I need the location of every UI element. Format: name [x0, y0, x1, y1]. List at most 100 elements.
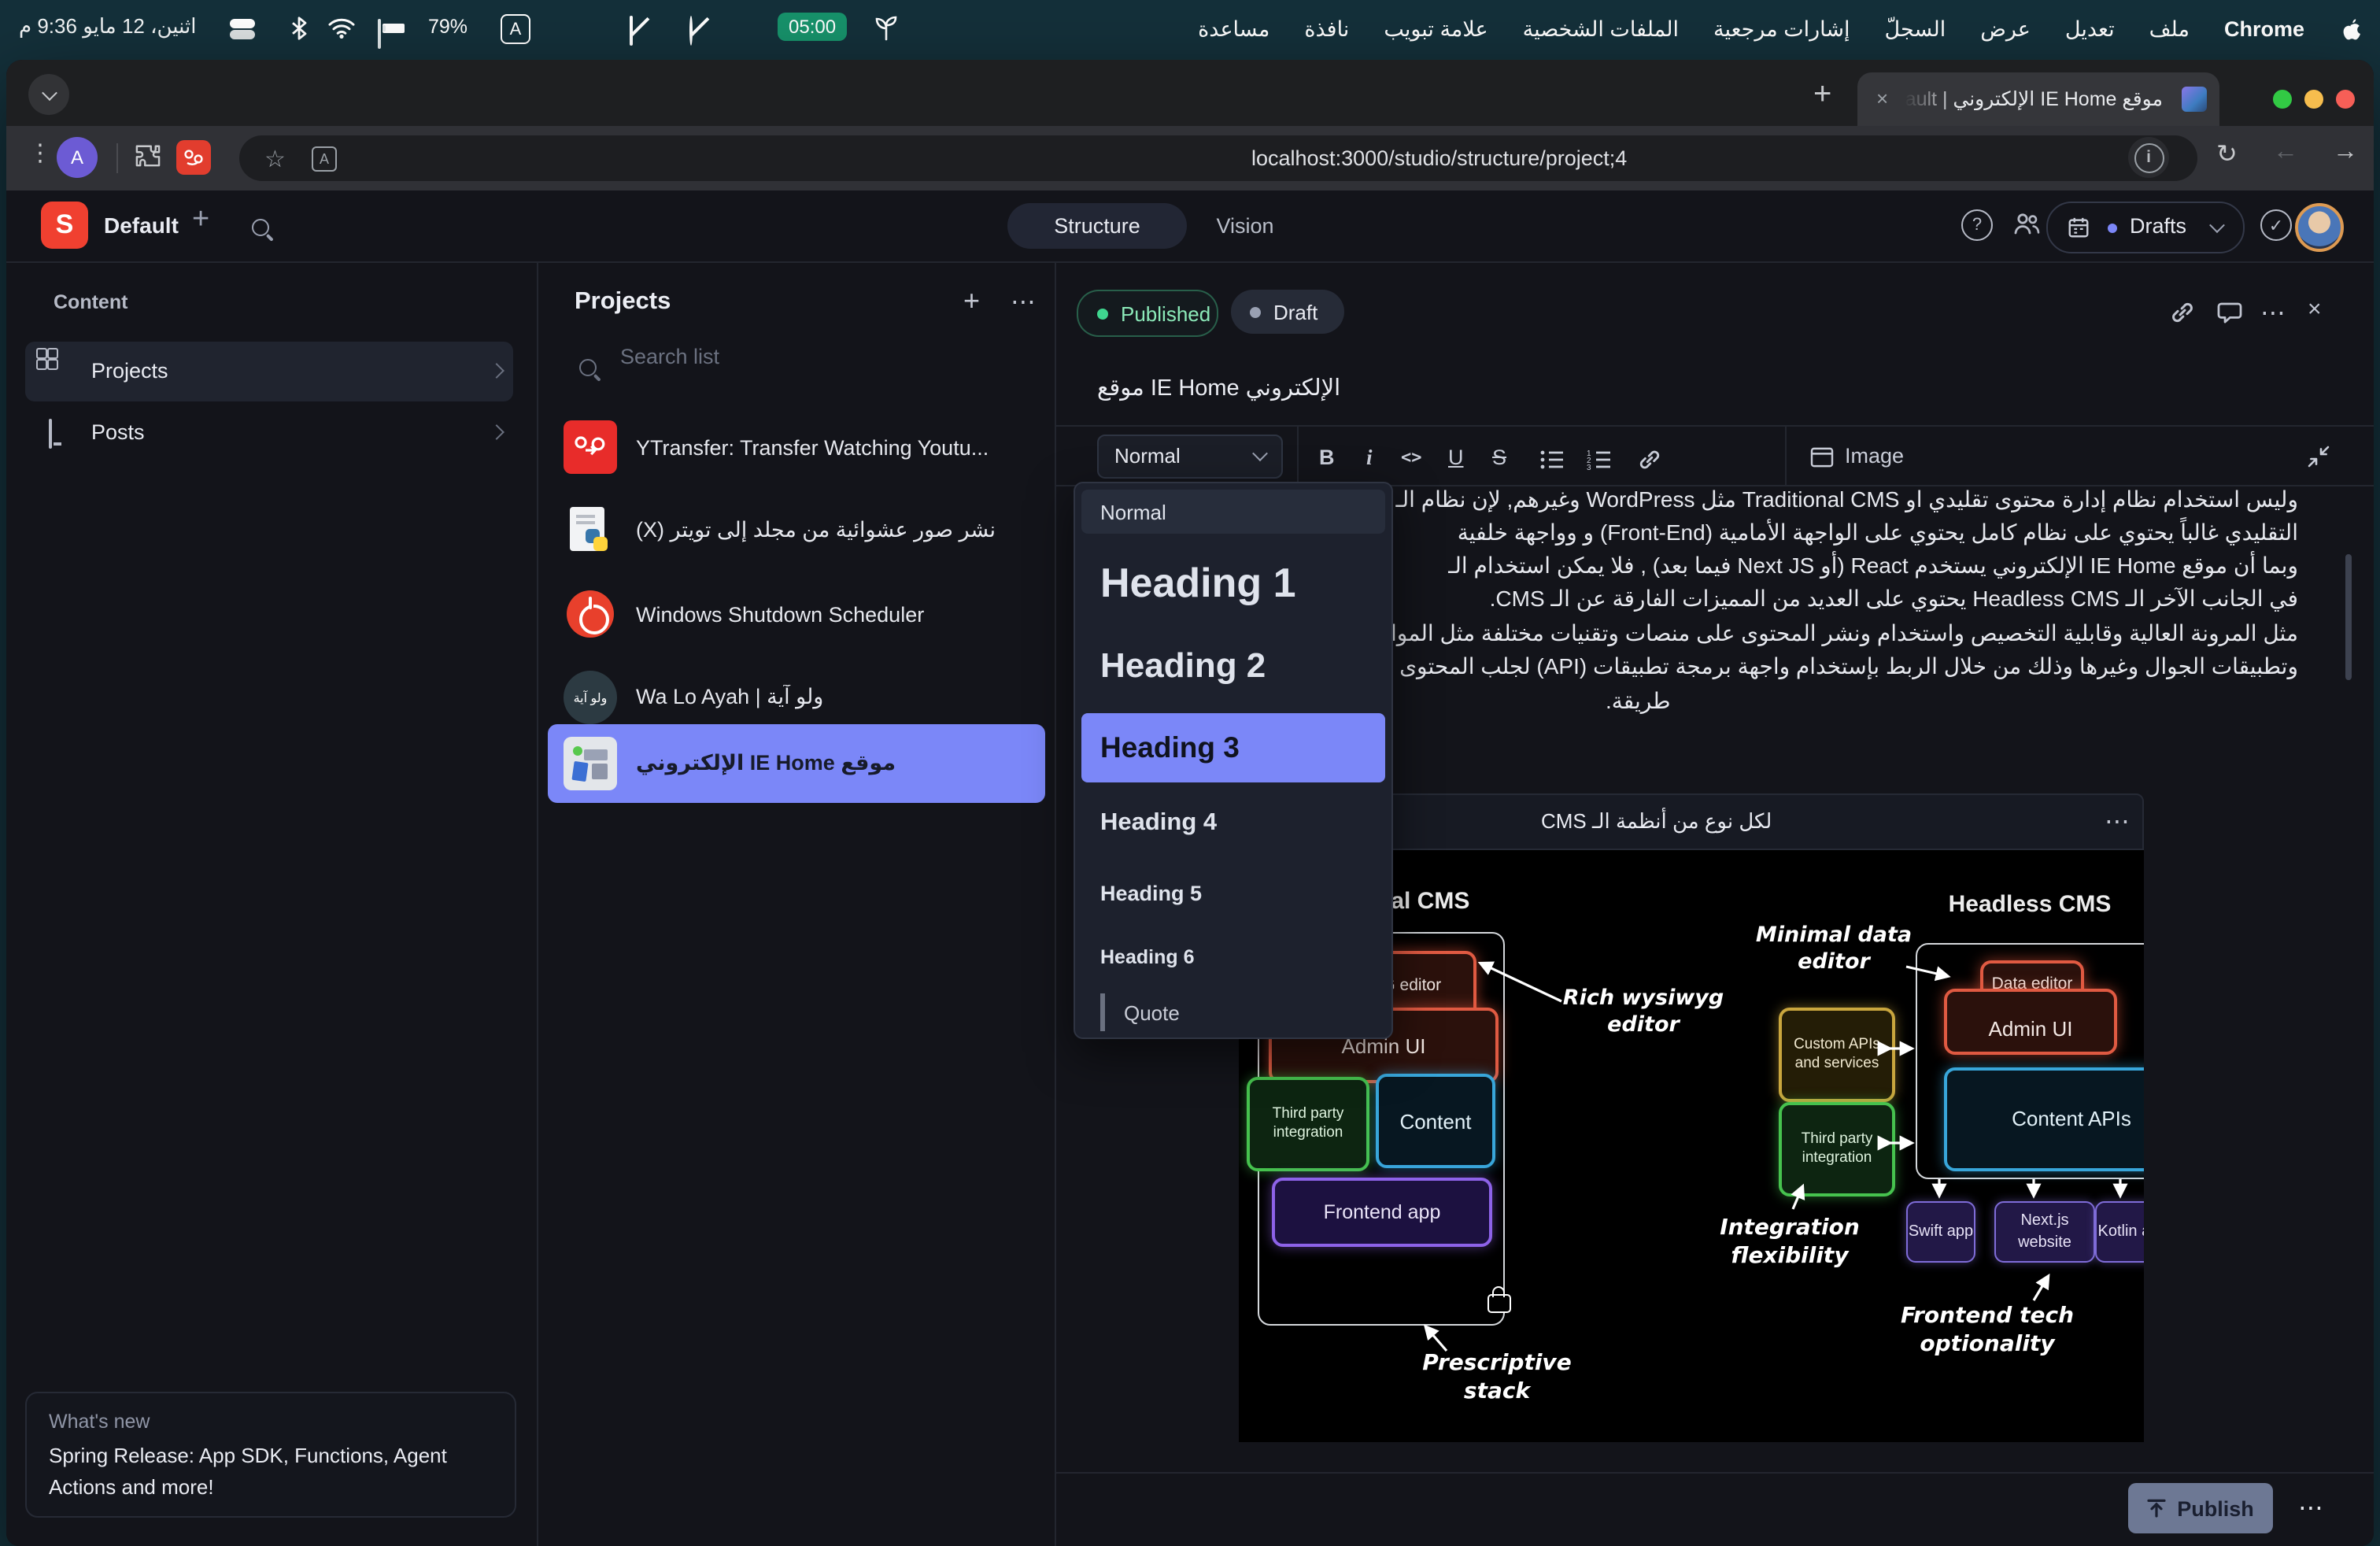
listpane-add-button[interactable]: + — [963, 285, 980, 318]
menu-file[interactable]: ملف — [2149, 17, 2190, 42]
menu-item-heading4[interactable]: Heading 4 — [1081, 792, 1385, 855]
focus-mode-icon[interactable] — [689, 17, 693, 46]
red-extension-icon[interactable] — [176, 140, 211, 175]
list-item-random-images[interactable]: نشر صور عشوائية من مجلد إلى تويتر (X) — [548, 493, 1045, 568]
style-select[interactable]: Normal — [1097, 435, 1283, 479]
menu-item-heading3-selected[interactable]: Heading 3 — [1081, 713, 1385, 782]
menu-help[interactable]: مساعدة — [1198, 17, 1269, 42]
menubar-clock[interactable]: اثنين، 12 مايو 9:36 م — [19, 14, 196, 39]
url-text[interactable]: localhost:3000/studio/structure/project;… — [1251, 146, 1627, 170]
new-document-button[interactable]: + — [192, 203, 209, 238]
insert-link-button[interactable] — [1637, 447, 1662, 472]
menu-tab[interactable]: علامة تبويب — [1384, 17, 1488, 42]
list-item-ie-home[interactable]: موقع IE Home الإلكتروني — [548, 724, 1045, 803]
translate-icon[interactable]: A — [312, 146, 337, 172]
apple-menu-icon[interactable] — [2339, 17, 2361, 42]
code-button[interactable]: <> — [1401, 447, 1422, 468]
listpane-menu-button[interactable]: ⋯ — [1011, 287, 1037, 318]
numbered-list-button[interactable]: 123 — [1587, 449, 1612, 471]
tab-search-button[interactable] — [28, 74, 69, 115]
chrome-menu-icon[interactable]: ⋮ — [28, 139, 52, 167]
new-tab-button[interactable]: + — [1813, 77, 1831, 113]
document-icon — [49, 419, 52, 449]
menu-item-heading5[interactable]: Heading 5 — [1081, 864, 1385, 921]
workspace-name[interactable]: Default — [104, 213, 179, 238]
chip-published-label: Published — [1121, 301, 1210, 325]
extensions-puzzle-icon[interactable] — [135, 143, 162, 170]
battery-icon[interactable] — [378, 20, 381, 49]
traffic-light-zoom[interactable] — [2304, 90, 2323, 109]
menu-bookmarks[interactable]: إشارات مرجعية — [1713, 17, 1850, 42]
reload-icon[interactable]: ↻ — [2216, 139, 2238, 170]
bluetooth-icon[interactable] — [290, 16, 309, 41]
sidebar-item-projects[interactable]: Projects — [25, 342, 513, 401]
italic-button[interactable]: i — [1366, 446, 1373, 471]
browser-tab[interactable]: × موقع IE Home الإلكتروني | Default — [1857, 72, 2219, 126]
timer-badge[interactable]: 05:00 — [778, 13, 847, 41]
chip-published[interactable]: Published — [1077, 290, 1218, 337]
search-icon[interactable] — [252, 216, 269, 244]
document-title[interactable]: موقع IE Home الإلكتروني — [1097, 375, 1340, 403]
tab-close-icon[interactable]: × — [1876, 87, 1888, 110]
sanity-logo[interactable]: S — [41, 202, 88, 249]
comments-icon[interactable] — [2216, 299, 2243, 326]
input-source-indicator[interactable]: A — [501, 14, 530, 44]
calendar-icon — [2067, 216, 2090, 239]
body-line[interactable]: طريقة. — [1606, 688, 1671, 715]
underline-button[interactable]: U — [1448, 446, 1464, 469]
whats-new-text: Spring Release: App SDK, Functions, Agen… — [49, 1441, 493, 1503]
forward-icon[interactable]: → — [2333, 139, 2358, 167]
list-item-shutdown-scheduler[interactable]: Windows Shutdown Scheduler — [548, 576, 1045, 652]
insert-image-button[interactable]: Image — [1845, 444, 1904, 468]
menu-chrome[interactable]: Chrome — [2224, 17, 2304, 41]
chip-draft[interactable]: Draft — [1231, 290, 1344, 334]
toolbar-divider — [116, 143, 118, 173]
list-item-ytransfer[interactable]: YTransfer: Transfer Watching Youtu... — [548, 409, 1045, 485]
menu-item-quote[interactable]: Quote — [1100, 993, 1385, 1031]
stage-manager-icon[interactable] — [630, 17, 633, 46]
menu-item-heading1[interactable]: Heading 1 — [1081, 543, 1385, 622]
traffic-light-minimize[interactable] — [2273, 90, 2292, 109]
screen: اثنين، 12 مايو 9:36 م 79% A 05:00 Chrome… — [0, 0, 2380, 1546]
wifi-icon[interactable] — [327, 17, 356, 39]
sidebar-item-posts[interactable]: Posts — [25, 403, 513, 463]
link-icon[interactable] — [2169, 299, 2196, 326]
back-icon[interactable]: ← — [2273, 139, 2298, 167]
menu-window[interactable]: نافذة — [1304, 17, 1349, 42]
sidebar-item-label: Posts — [91, 420, 145, 444]
profile-avatar[interactable]: A — [57, 137, 98, 178]
editor-scrollbar[interactable] — [2345, 554, 2352, 680]
tab-vision[interactable]: Vision — [1193, 203, 1297, 249]
menu-history[interactable]: السجلّ — [1885, 17, 1946, 42]
menu-view[interactable]: عرض — [1980, 17, 2031, 42]
image-block-menu-icon[interactable]: ⋯ — [2105, 806, 2131, 838]
tab-structure[interactable]: Structure — [1007, 203, 1187, 249]
site-info-icon[interactable]: i — [2128, 137, 2169, 178]
document-menu-icon[interactable]: ⋯ — [2260, 298, 2287, 329]
bookmark-star-icon[interactable]: ☆ — [264, 145, 286, 173]
traffic-light-close[interactable] — [2336, 90, 2355, 109]
menu-edit[interactable]: تعديل — [2065, 17, 2115, 42]
menu-item-heading6[interactable]: Heading 6 — [1081, 930, 1385, 984]
whats-new-card[interactable]: What's new Spring Release: App SDK, Func… — [25, 1392, 516, 1518]
collapse-editor-icon[interactable] — [2308, 446, 2330, 468]
help-icon[interactable]: ? — [1961, 209, 1993, 241]
publish-button[interactable]: Publish — [2128, 1483, 2273, 1533]
releases-menu[interactable]: Drafts — [2046, 202, 2245, 253]
search-list-icon — [579, 356, 597, 384]
strikethrough-button[interactable]: S — [1492, 446, 1506, 469]
plant-menubar-icon[interactable] — [875, 16, 897, 41]
user-avatar[interactable] — [2295, 203, 2344, 252]
tasks-check-icon[interactable]: ✓ — [2260, 209, 2292, 241]
search-input[interactable] — [617, 343, 985, 370]
address-bar[interactable]: ☆ A localhost:3000/studio/structure/proj… — [239, 135, 2197, 181]
bullet-list-button[interactable] — [1539, 449, 1565, 471]
users-icon[interactable] — [2012, 209, 2042, 238]
menu-profiles[interactable]: الملفات الشخصية — [1523, 17, 1679, 42]
tab-favicon — [2182, 87, 2207, 112]
menu-item-normal[interactable]: Normal — [1081, 490, 1385, 534]
menu-item-heading2[interactable]: Heading 2 — [1081, 628, 1385, 704]
bold-button[interactable]: B — [1319, 446, 1335, 469]
footer-menu-icon[interactable]: ⋯ — [2298, 1492, 2325, 1524]
close-pane-icon[interactable]: × — [2308, 296, 2322, 323]
